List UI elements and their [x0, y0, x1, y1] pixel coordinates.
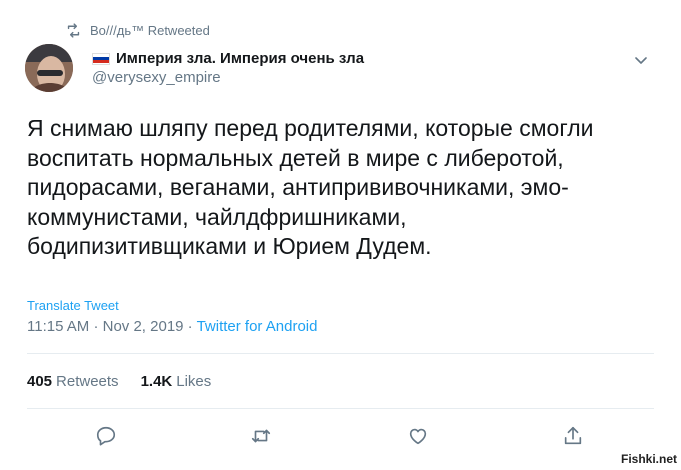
- reply-icon: [96, 426, 116, 446]
- share-icon: [564, 426, 582, 445]
- like-icon: [409, 428, 427, 445]
- user-handle[interactable]: @verysexy_empire: [92, 69, 364, 86]
- reply-button[interactable]: [95, 425, 117, 447]
- likes-count: 1.4K: [140, 373, 173, 390]
- likes-label: Likes: [176, 373, 212, 390]
- caret-down-icon[interactable]: [633, 52, 649, 68]
- russian-flag-icon: [92, 52, 110, 65]
- author-block[interactable]: Империя зла. Империя очень зла @verysexy…: [92, 50, 364, 86]
- engagement-stats: 405 Retweets 1.4K Likes: [27, 373, 211, 390]
- retweeted-by-text: Во///дь™ Retweeted: [90, 22, 210, 38]
- retweets-label: Retweets: [56, 373, 119, 390]
- like-button[interactable]: [407, 425, 429, 447]
- retweet-icon: [67, 22, 80, 38]
- retweets-stat[interactable]: 405 Retweets: [27, 373, 119, 390]
- action-bar: [0, 425, 681, 447]
- watermark: Fishki.net: [620, 452, 677, 466]
- tweet-text: Я снимаю шляпу перед родителями, которые…: [27, 115, 594, 259]
- meta-separator: ·: [187, 318, 193, 335]
- retweets-count: 405: [27, 373, 53, 390]
- tweet-source-link[interactable]: Twitter for Android: [197, 318, 318, 335]
- divider: [27, 353, 654, 354]
- display-name[interactable]: Империя зла. Империя очень зла: [116, 50, 364, 67]
- tweet-date[interactable]: Nov 2, 2019: [103, 318, 184, 335]
- retweet-button[interactable]: [250, 425, 272, 447]
- meta-separator: ·: [93, 318, 99, 335]
- likes-stat[interactable]: 1.4K Likes: [141, 373, 212, 390]
- tweet-meta: 11:15 AM · Nov 2, 2019 · Twitter for And…: [27, 318, 317, 335]
- avatar-image: [25, 44, 73, 92]
- divider: [27, 408, 654, 409]
- retweeted-by-bar[interactable]: Во///дь™ Retweeted: [65, 20, 210, 40]
- translate-tweet-link[interactable]: Translate Tweet: [27, 298, 119, 313]
- avatar[interactable]: [25, 44, 73, 92]
- share-button[interactable]: [562, 425, 584, 447]
- tweet-time[interactable]: 11:15 AM: [27, 318, 89, 335]
- retweet-icon: [251, 429, 271, 443]
